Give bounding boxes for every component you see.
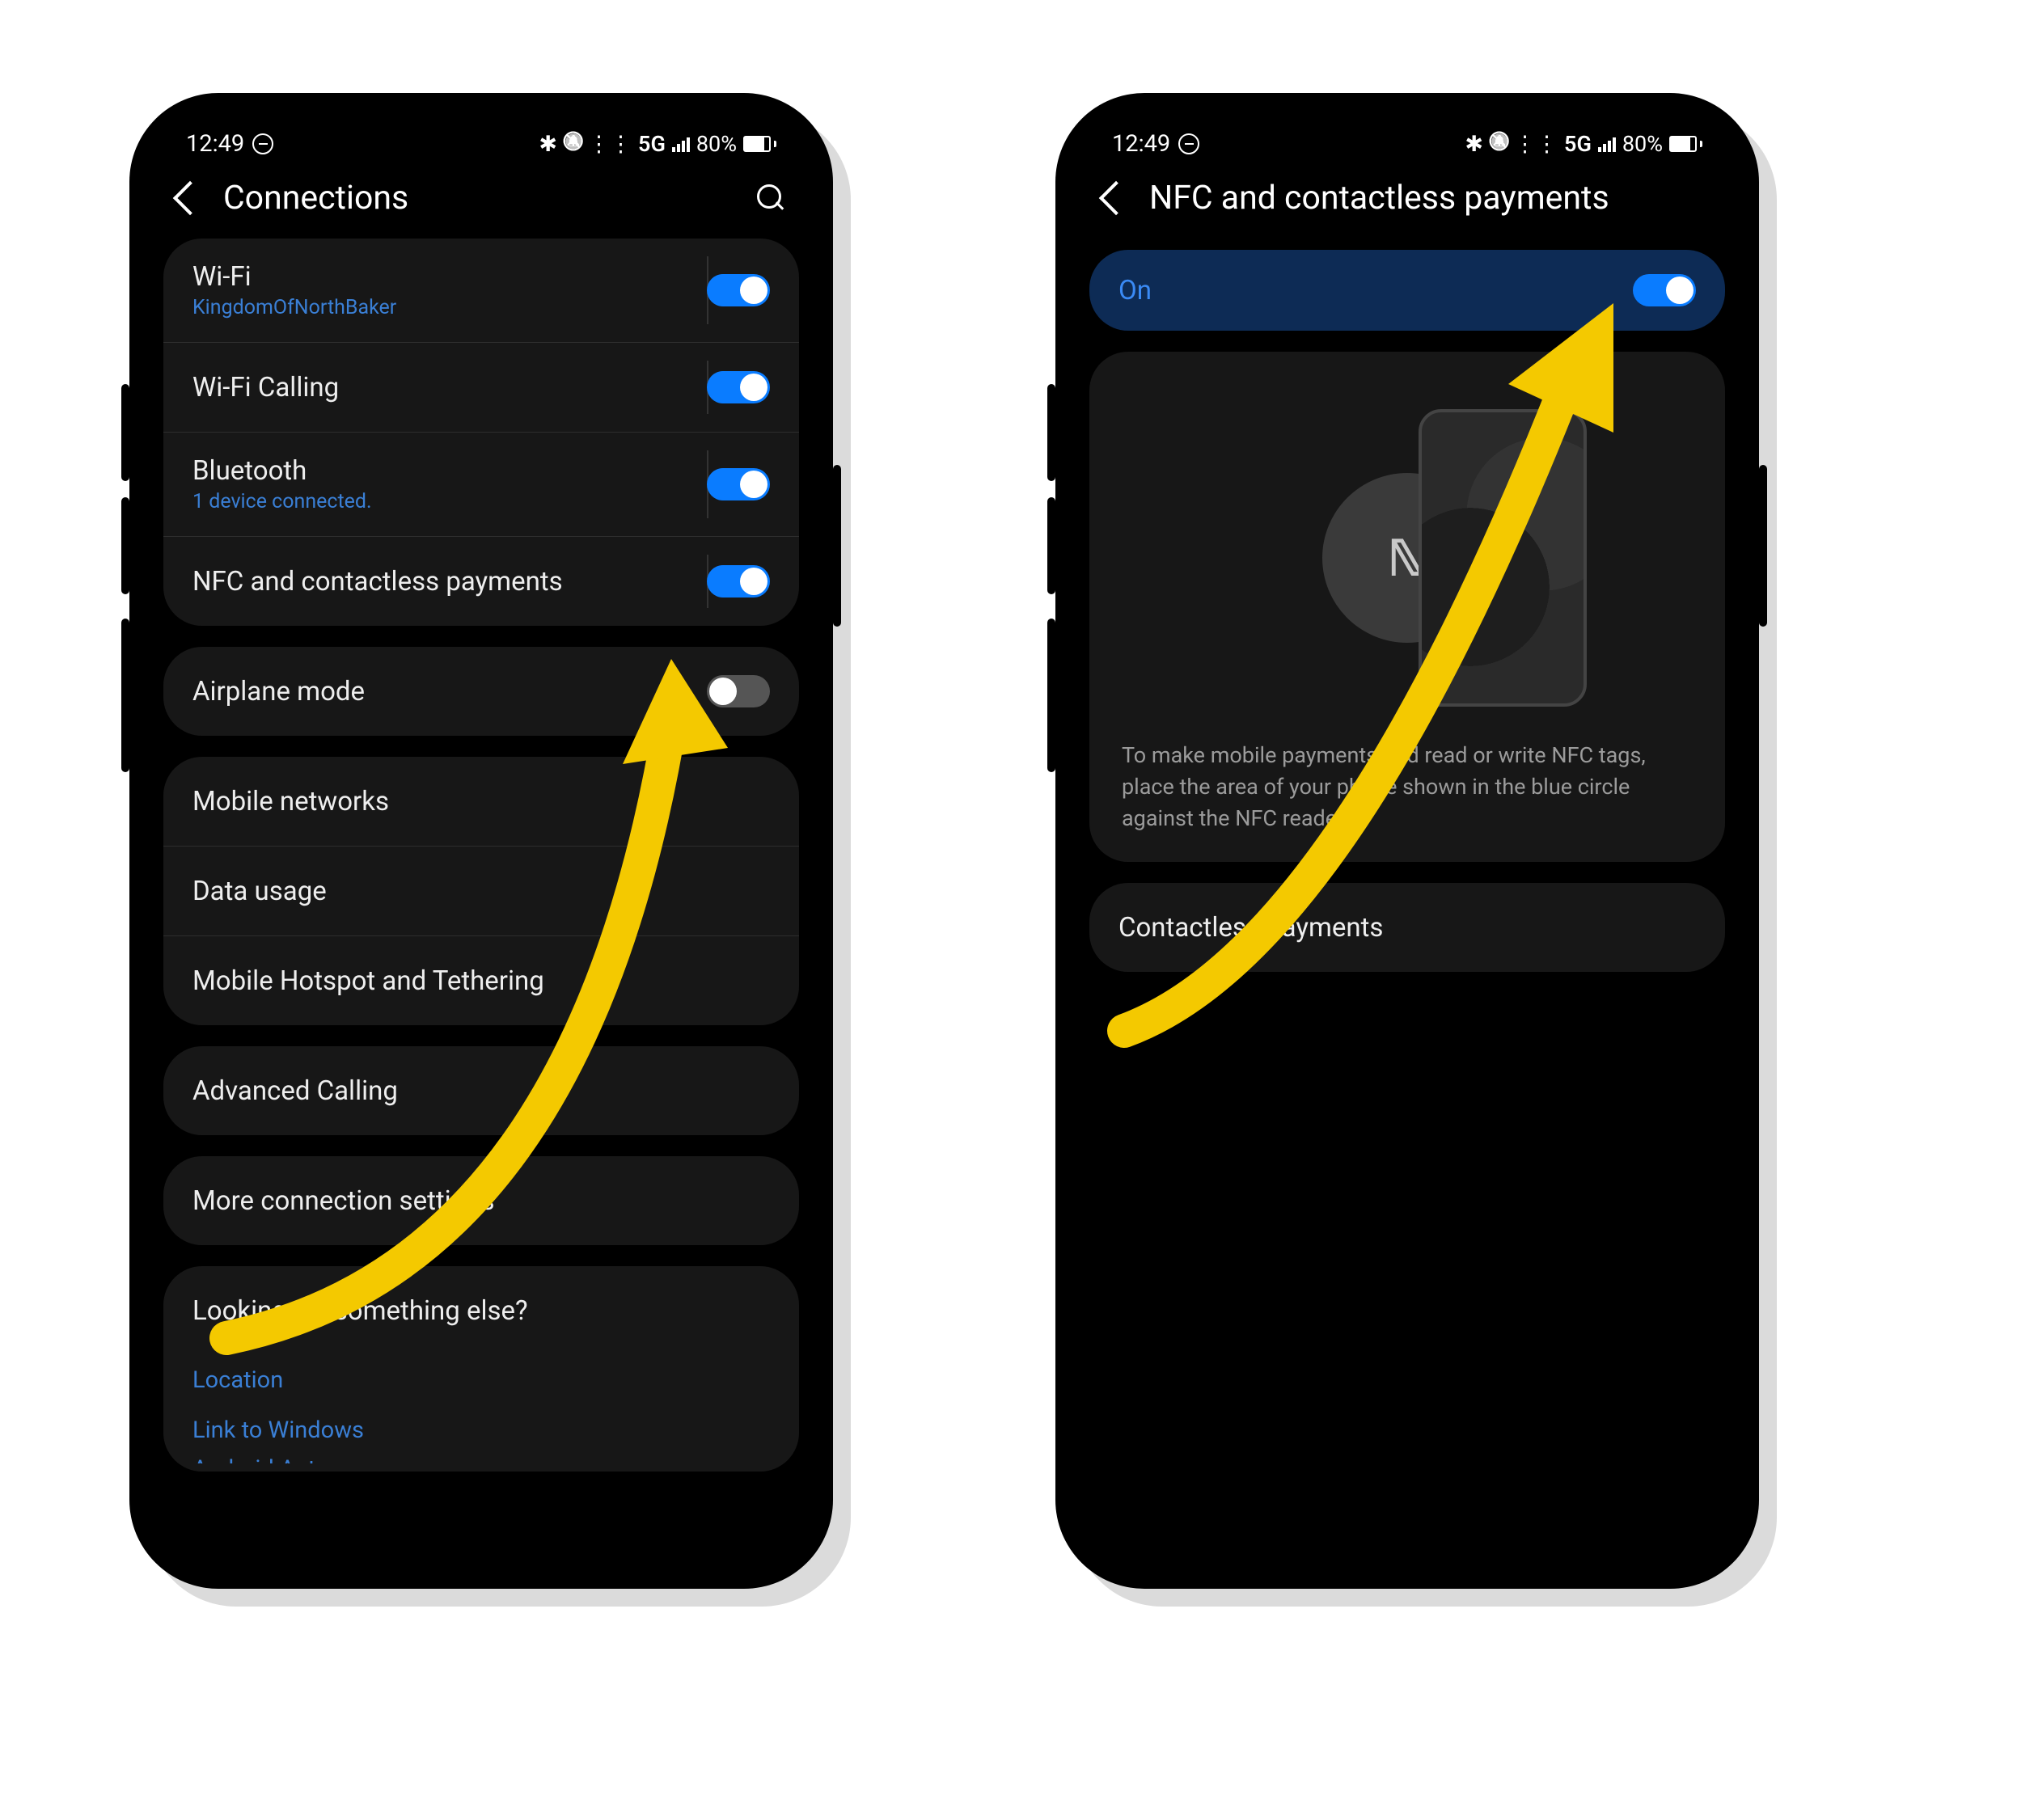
row-wifi[interactable]: Wi-Fi KingdomOfNorthBaker — [163, 239, 799, 342]
network-type: 5G — [1564, 131, 1592, 157]
volume-up-button[interactable] — [1047, 384, 1055, 481]
row-label: Mobile Hotspot and Tethering — [192, 965, 544, 997]
row-label: NFC and contactless payments — [192, 566, 563, 598]
dnd-icon — [1178, 133, 1199, 154]
volume-up-button[interactable] — [121, 384, 129, 481]
status-bar: 12:49 ✱ ⋮⋮ 5G 80% — [1072, 109, 1743, 164]
contactless-group: Contactless payments — [1089, 883, 1725, 972]
row-airplane[interactable]: Airplane mode — [163, 647, 799, 736]
row-label: More connection settings — [192, 1185, 495, 1217]
nfc-info-text: To make mobile payments and read or writ… — [1118, 732, 1696, 834]
airplane-toggle[interactable] — [707, 675, 770, 707]
wifi-icon: ⋮⋮ — [1514, 131, 1558, 157]
footer-title: Looking for something else? — [192, 1295, 528, 1327]
row-label: Contactless payments — [1118, 912, 1383, 944]
row-label: Wi-Fi Calling — [192, 372, 339, 403]
page-title: NFC and contactless payments — [1149, 179, 1609, 217]
wifi-icon: ⋮⋮ — [588, 131, 632, 157]
battery-icon — [743, 136, 776, 152]
nfc-on-tile[interactable]: On — [1089, 250, 1725, 331]
volume-down-button[interactable] — [121, 497, 129, 594]
more-settings-group: More connection settings — [163, 1156, 799, 1245]
row-label: Data usage — [192, 876, 327, 907]
dnd-icon — [252, 133, 273, 154]
row-wifi-calling[interactable]: Wi-Fi Calling — [163, 342, 799, 432]
on-label: On — [1118, 275, 1152, 306]
power-button[interactable] — [833, 465, 841, 627]
side-button[interactable] — [1047, 619, 1055, 772]
row-mobile-networks[interactable]: Mobile networks — [163, 757, 799, 846]
row-bluetooth[interactable]: Bluetooth 1 device connected. — [163, 432, 799, 536]
signal-icon — [672, 136, 690, 152]
page-header: NFC and contactless payments — [1072, 164, 1743, 239]
phone-outline-icon — [1419, 409, 1587, 707]
mute-icon — [564, 135, 581, 153]
battery-pct: 80% — [1622, 131, 1663, 157]
status-time: 12:49 — [1112, 130, 1170, 158]
battery-icon — [1669, 136, 1702, 152]
volume-down-button[interactable] — [1047, 497, 1055, 594]
back-icon[interactable] — [1099, 181, 1133, 215]
bluetooth-toggle[interactable] — [707, 468, 770, 500]
link-link-to-windows[interactable]: Link to Windows — [163, 1405, 799, 1455]
row-nfc[interactable]: NFC and contactless payments — [163, 536, 799, 626]
page-title: Connections — [223, 179, 408, 217]
nfc-toggle[interactable] — [707, 565, 770, 598]
link-location[interactable]: Location — [163, 1355, 799, 1405]
connections-group-2: Mobile networks Data usage Mobile Hotspo… — [163, 757, 799, 1025]
side-button[interactable] — [121, 619, 129, 772]
mute-icon — [1490, 135, 1507, 153]
row-hotspot[interactable]: Mobile Hotspot and Tethering — [163, 935, 799, 1025]
row-subtitle: 1 device connected. — [192, 490, 372, 513]
search-icon[interactable] — [757, 184, 784, 212]
advanced-calling-group: Advanced Calling — [163, 1046, 799, 1135]
status-time: 12:49 — [186, 130, 244, 158]
row-label: Wi-Fi — [192, 261, 396, 293]
screen-right: 12:49 ✱ ⋮⋮ 5G 80% NFC and contactless pa… — [1072, 109, 1743, 1573]
link-android-auto[interactable]: Android Auto — [163, 1455, 799, 1463]
phone-left: 12:49 ✱ ⋮⋮ 5G 80% Connections Wi-Fi Kingd… — [129, 93, 833, 1589]
nfc-info-card: ℕ To make mobile payments and read or wr… — [1089, 352, 1725, 862]
nfc-master-toggle[interactable] — [1633, 274, 1696, 306]
row-data-usage[interactable]: Data usage — [163, 846, 799, 935]
row-label: Airplane mode — [192, 676, 365, 707]
row-more-settings[interactable]: More connection settings — [163, 1156, 799, 1245]
row-label: Advanced Calling — [192, 1075, 398, 1107]
page-header: Connections — [146, 164, 817, 239]
bluetooth-icon: ✱ — [539, 131, 557, 157]
status-bar: 12:49 ✱ ⋮⋮ 5G 80% — [146, 109, 817, 164]
airplane-group: Airplane mode — [163, 647, 799, 736]
row-label: Bluetooth — [192, 455, 372, 487]
screen-left: 12:49 ✱ ⋮⋮ 5G 80% Connections Wi-Fi Kingd… — [146, 109, 817, 1573]
battery-pct: 80% — [696, 131, 737, 157]
wifi-toggle[interactable] — [707, 274, 770, 306]
nfc-illustration: ℕ — [1118, 384, 1696, 732]
phone-right: 12:49 ✱ ⋮⋮ 5G 80% NFC and contactless pa… — [1055, 93, 1759, 1589]
connections-group-1: Wi-Fi KingdomOfNorthBaker Wi-Fi Calling B… — [163, 239, 799, 626]
wifi-calling-toggle[interactable] — [707, 371, 770, 403]
row-subtitle: KingdomOfNorthBaker — [192, 296, 396, 319]
network-type: 5G — [638, 131, 666, 157]
row-advanced-calling[interactable]: Advanced Calling — [163, 1046, 799, 1135]
footer-group: Looking for something else? Location Lin… — [163, 1266, 799, 1472]
bluetooth-icon: ✱ — [1465, 131, 1483, 157]
row-label: Mobile networks — [192, 786, 389, 817]
footer-title-row: Looking for something else? — [163, 1266, 799, 1355]
back-icon[interactable] — [173, 181, 207, 215]
power-button[interactable] — [1759, 465, 1767, 627]
row-contactless-payments[interactable]: Contactless payments — [1089, 883, 1725, 972]
signal-icon — [1598, 136, 1616, 152]
